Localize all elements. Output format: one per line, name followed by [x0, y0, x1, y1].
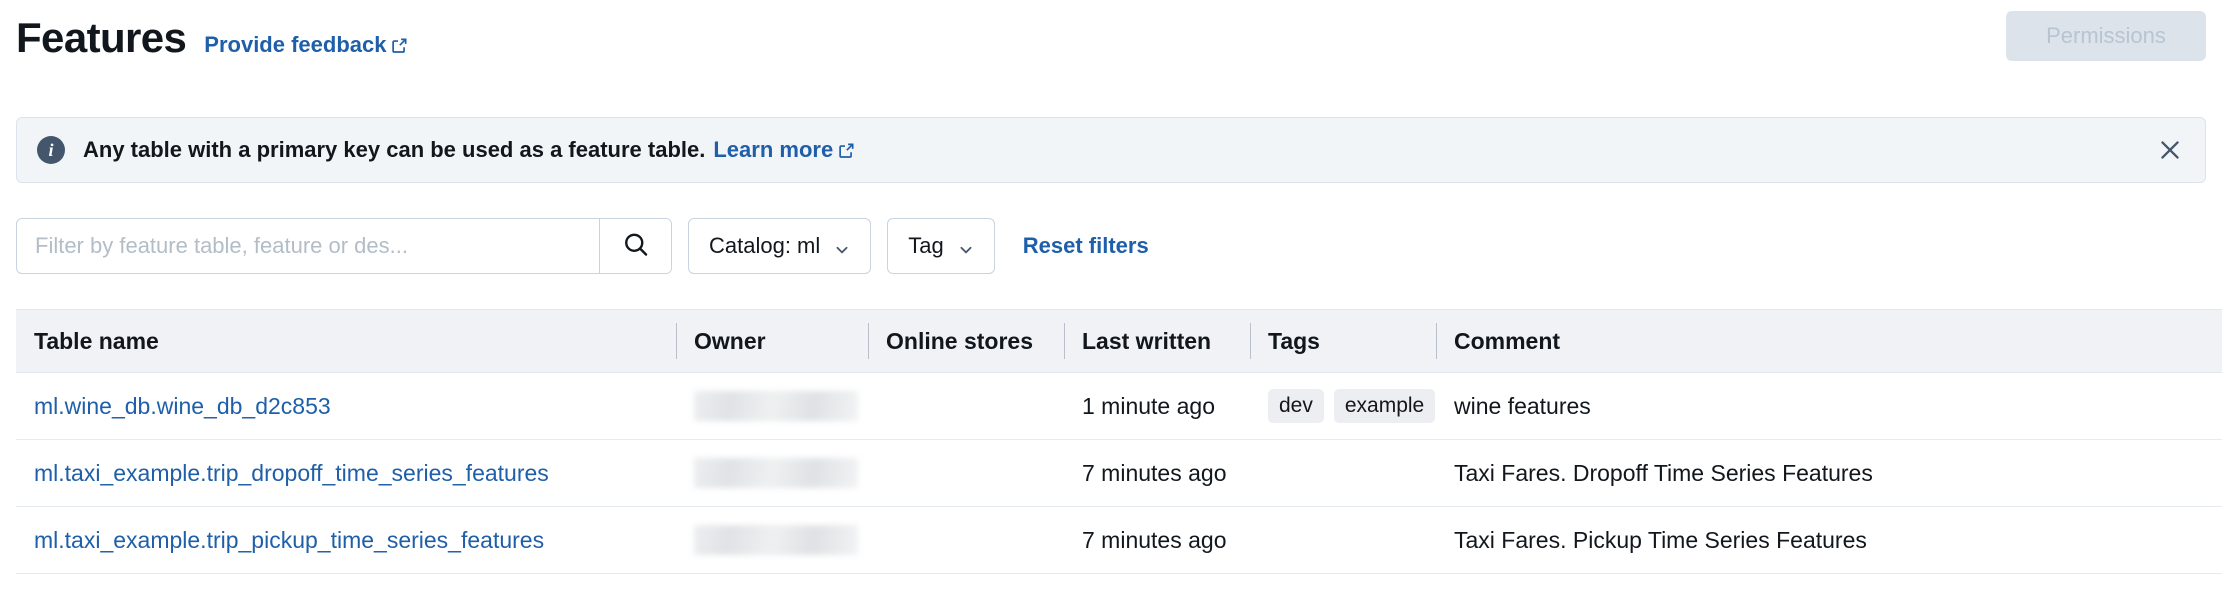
features-page: Features Provide feedback Permissions i … — [0, 0, 2222, 598]
tag-filter-dropdown[interactable]: Tag — [887, 218, 994, 274]
cell-online-stores — [868, 440, 1064, 506]
cell-last-written: 7 minutes ago — [1064, 440, 1250, 506]
tag-badge[interactable]: dev — [1268, 389, 1324, 423]
column-header-tags[interactable]: Tags — [1250, 310, 1436, 372]
redacted-owner-value — [694, 391, 858, 421]
feature-table-link[interactable]: ml.taxi_example.trip_dropoff_time_series… — [34, 460, 549, 487]
cell-last-written: 1 minute ago — [1064, 373, 1250, 439]
table-body: ml.wine_db.wine_db_d2c8531 minute agodev… — [16, 373, 2222, 574]
feature-table-link[interactable]: ml.wine_db.wine_db_d2c853 — [34, 393, 331, 420]
search-input[interactable] — [17, 219, 599, 273]
redacted-owner-value — [694, 525, 858, 555]
search-icon — [621, 230, 651, 263]
table-row[interactable]: ml.wine_db.wine_db_d2c8531 minute agodev… — [16, 373, 2222, 440]
info-banner: i Any table with a primary key can be us… — [16, 117, 2206, 183]
cell-owner — [676, 440, 868, 506]
page-title: Features — [16, 17, 186, 59]
table-header-row: Table name Owner Online stores Last writ… — [16, 309, 2222, 373]
feature-table-link[interactable]: ml.taxi_example.trip_pickup_time_series_… — [34, 527, 544, 554]
column-header-owner[interactable]: Owner — [676, 310, 868, 372]
table-row[interactable]: ml.taxi_example.trip_dropoff_time_series… — [16, 440, 2222, 507]
tag-filter-label: Tag — [908, 233, 943, 259]
provide-feedback-link[interactable]: Provide feedback — [204, 32, 408, 58]
info-circle-icon: i — [37, 136, 65, 164]
comment-text: wine features — [1454, 393, 1591, 420]
cell-tags — [1250, 440, 1436, 506]
chevron-down-icon — [834, 238, 850, 254]
cell-owner — [676, 507, 868, 573]
search-button[interactable] — [599, 219, 671, 273]
chevron-down-icon — [958, 238, 974, 254]
cell-online-stores — [868, 373, 1064, 439]
comment-text: Taxi Fares. Pickup Time Series Features — [1454, 527, 1867, 554]
column-header-comment[interactable]: Comment — [1436, 310, 2222, 372]
comment-text: Taxi Fares. Dropoff Time Series Features — [1454, 460, 1873, 487]
cell-online-stores — [868, 507, 1064, 573]
cell-table-name: ml.wine_db.wine_db_d2c853 — [16, 373, 676, 439]
permissions-button[interactable]: Permissions — [2006, 11, 2206, 61]
cell-comment: Taxi Fares. Pickup Time Series Features — [1436, 507, 2222, 573]
redacted-owner-value — [694, 458, 858, 488]
feature-tables-table: Table name Owner Online stores Last writ… — [16, 309, 2222, 574]
cell-comment: wine features — [1436, 373, 2222, 439]
column-header-last-written[interactable]: Last written — [1064, 310, 1250, 372]
page-header: Features Provide feedback Permissions — [0, 0, 2222, 76]
column-header-online-stores[interactable]: Online stores — [868, 310, 1064, 372]
reset-filters-link[interactable]: Reset filters — [1023, 233, 1149, 259]
cell-table-name: ml.taxi_example.trip_dropoff_time_series… — [16, 440, 676, 506]
info-banner-message: Any table with a primary key can be used… — [83, 137, 705, 163]
cell-owner — [676, 373, 868, 439]
learn-more-link[interactable]: Learn more — [713, 137, 855, 163]
cell-table-name: ml.taxi_example.trip_pickup_time_series_… — [16, 507, 676, 573]
catalog-filter-dropdown[interactable]: Catalog: ml — [688, 218, 871, 274]
tag-badge[interactable]: example — [1334, 389, 1435, 423]
cell-last-written: 7 minutes ago — [1064, 507, 1250, 573]
provide-feedback-label: Provide feedback — [204, 32, 386, 58]
search-box — [16, 218, 672, 274]
filter-bar: Catalog: ml Tag Reset filters — [16, 218, 1149, 274]
learn-more-label: Learn more — [713, 137, 833, 163]
close-icon[interactable] — [2153, 133, 2187, 167]
title-group: Features Provide feedback — [0, 17, 408, 59]
catalog-filter-label: Catalog: ml — [709, 233, 820, 259]
table-row[interactable]: ml.taxi_example.trip_pickup_time_series_… — [16, 507, 2222, 574]
cell-tags: dev example — [1250, 373, 1436, 439]
external-link-icon — [838, 142, 855, 159]
external-link-icon — [391, 37, 408, 54]
column-header-table-name[interactable]: Table name — [16, 310, 676, 372]
cell-comment: Taxi Fares. Dropoff Time Series Features — [1436, 440, 2222, 506]
cell-tags — [1250, 507, 1436, 573]
